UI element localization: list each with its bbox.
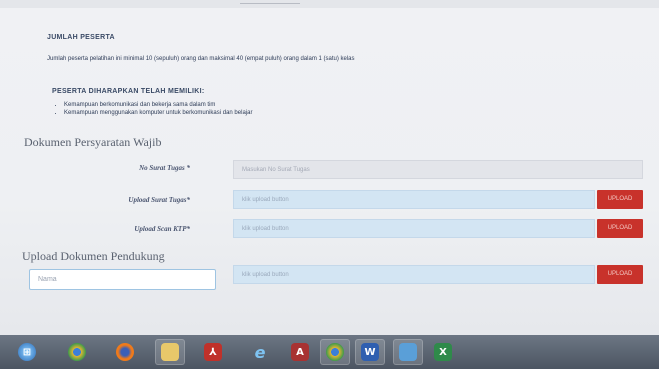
page-top-edge xyxy=(0,0,659,8)
surat-tugas-file-field[interactable]: klik upload button xyxy=(233,190,595,209)
harapan-title: PESERTA DIHARAPKAN TELAH MEMILIKI: xyxy=(52,88,205,95)
no-surat-label: No Surat Tugas * xyxy=(139,164,190,172)
pendukung-upload-button[interactable]: UPLOAD xyxy=(597,265,643,284)
image-icon xyxy=(399,343,417,361)
wajib-heading: Dokumen Persyaratan Wajib xyxy=(24,135,162,149)
excel-icon[interactable]: X xyxy=(428,339,458,365)
spreadsheet-icon: X xyxy=(434,343,452,361)
chrome-logo-icon xyxy=(326,343,344,361)
divider xyxy=(240,0,300,4)
taskbar: ⊞ ⅄ e A W X xyxy=(0,335,659,369)
database-icon: A xyxy=(291,343,309,361)
access-icon[interactable]: A xyxy=(285,339,315,365)
firefox-icon[interactable] xyxy=(110,339,140,365)
acrobat-icon[interactable]: ⅄ xyxy=(198,339,228,365)
windows-logo-icon: ⊞ xyxy=(18,343,36,361)
harapan-list: Kemampuan berkomunikasi dan bekerja sama… xyxy=(52,102,252,118)
surat-tugas-label: Upload Surat Tugas* xyxy=(128,196,190,204)
ie-logo-icon: e xyxy=(254,342,266,362)
photo-viewer-icon[interactable] xyxy=(393,339,423,365)
pendukung-file-field[interactable]: klik upload button xyxy=(233,265,595,284)
no-surat-input[interactable]: Masukan No Surat Tugas xyxy=(233,160,643,179)
scan-ktp-upload-button[interactable]: UPLOAD xyxy=(597,219,643,238)
file-explorer-icon[interactable] xyxy=(155,339,185,365)
scan-ktp-file-field[interactable]: klik upload button xyxy=(233,219,595,238)
chrome-icon[interactable] xyxy=(320,339,350,365)
pendukung-heading: Upload Dokumen Pendukung xyxy=(22,249,165,263)
firefox-logo-icon xyxy=(116,343,134,361)
folder-icon xyxy=(161,343,179,361)
nama-input[interactable]: Nama xyxy=(29,269,216,290)
pdf-icon: ⅄ xyxy=(204,343,222,361)
word-icon[interactable]: W xyxy=(355,339,385,365)
chrome-icon[interactable] xyxy=(62,339,92,365)
jumlah-peserta-desc: Jumlah peserta pelatihan ini minimal 10 … xyxy=(47,56,355,62)
surat-tugas-upload-button[interactable]: UPLOAD xyxy=(597,190,643,209)
list-item: Kemampuan menggunakan komputer untuk ber… xyxy=(64,110,252,116)
browser-page: JUMLAH PESERTA Jumlah peserta pelatihan … xyxy=(0,0,659,335)
document-icon: W xyxy=(361,343,379,361)
start-orb-icon[interactable]: ⊞ xyxy=(12,339,42,365)
scan-ktp-label: Upload Scan KTP* xyxy=(134,225,190,233)
chrome-logo-icon xyxy=(68,343,86,361)
internet-explorer-icon[interactable]: e xyxy=(245,339,275,365)
list-item: Kemampuan berkomunikasi dan bekerja sama… xyxy=(64,102,252,108)
jumlah-peserta-title: JUMLAH PESERTA xyxy=(47,34,115,41)
